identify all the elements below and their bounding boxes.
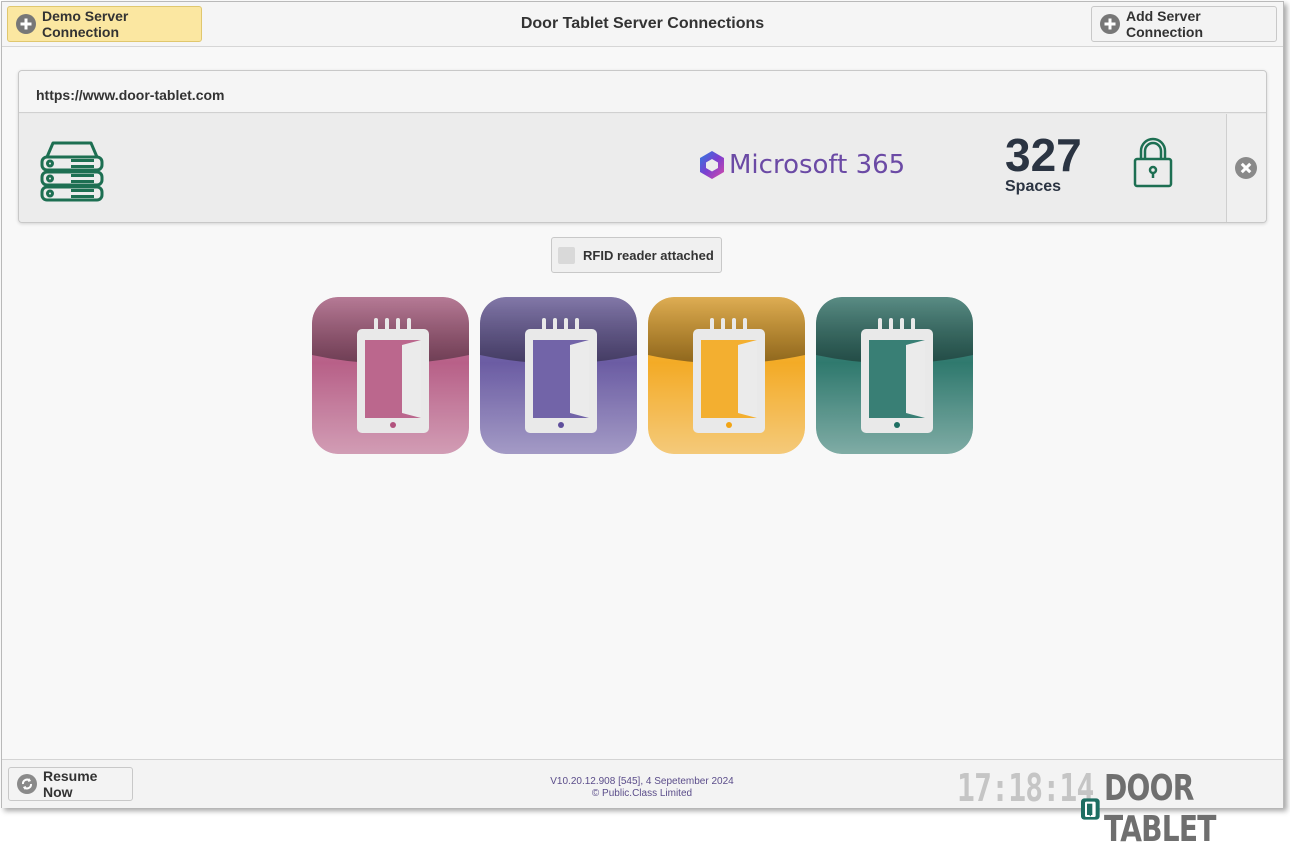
door-tablet-logo: DOOR TABLET [1081,768,1283,850]
refresh-icon [17,774,37,794]
door-tablet-app-pink[interactable] [312,297,469,454]
provider-name: Microsoft 365 [729,150,906,180]
add-server-connection-button[interactable]: Add Server Connection [1091,6,1277,42]
copyright-text: © Public.Class Limited [591,788,693,799]
version-text: V10.20.12.908 [545], 4 Sepetember 2024 [550,776,734,787]
main-window: Demo Server Connection Door Tablet Serve… [1,1,1284,850]
plus-circle-icon [1100,14,1120,34]
header-bar: Demo Server Connection Door Tablet Serve… [2,2,1283,47]
door-tablet-app-teal[interactable] [816,297,973,454]
microsoft-365-logo: Microsoft 365 [697,149,905,181]
door-tablet-app-purple[interactable] [480,297,637,454]
add-button-label: Add Server Connection [1126,8,1203,40]
server-connection-card[interactable]: https://www.door-tablet.com Microsoft 36… [18,70,1267,223]
footer-bar: Resume Now V10.20.12.908 [545], 4 Sepete… [2,759,1283,850]
spaces-number: 327 [1005,129,1082,181]
door-tablet-app-icon [312,297,469,454]
rfid-reader-toggle[interactable]: RFID reader attached [551,237,722,273]
connection-details[interactable]: Microsoft 365 327 Spaces [19,114,1226,222]
rfid-checkbox[interactable] [558,246,575,264]
microsoft-365-icon [700,151,724,179]
door-tablet-app-icon [480,297,637,454]
door-tablet-app-icon [816,297,973,454]
connection-url-bar: https://www.door-tablet.com [19,71,1266,113]
clock: 17:18:14 [957,766,1094,810]
resume-label: Resume Now [43,768,98,800]
lock-icon[interactable] [1132,137,1174,189]
door-tablet-logo-icon [1081,798,1100,820]
version-info: V10.20.12.908 [545], 4 Sepetember 2024 ©… [542,776,742,800]
close-icon[interactable] [1235,157,1257,179]
connection-url: https://www.door-tablet.com [36,87,225,103]
resume-now-button[interactable]: Resume Now [8,767,133,801]
door-tablet-app-orange[interactable] [648,297,805,454]
server-stack-icon [40,141,104,202]
spaces-count: 327 Spaces [1005,130,1082,196]
remove-connection-area [1226,114,1266,222]
brand-name: DOOR TABLET [1103,768,1216,850]
rfid-label: RFID reader attached [583,247,714,263]
door-tablet-app-icon [648,297,805,454]
